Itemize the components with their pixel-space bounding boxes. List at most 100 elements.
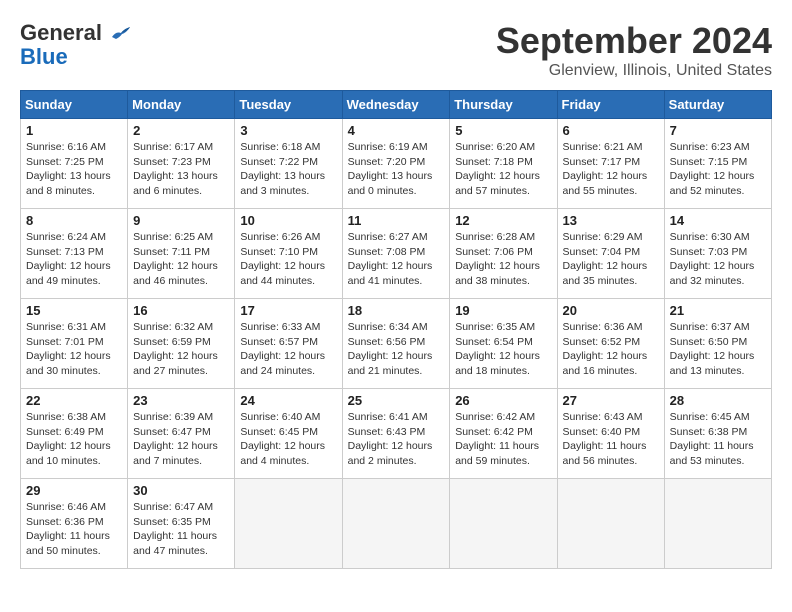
- calendar-cell: 30 Sunrise: 6:47 AMSunset: 6:35 PMDayligh…: [128, 479, 235, 569]
- day-number: 20: [563, 303, 659, 318]
- calendar-cell: 15 Sunrise: 6:31 AMSunset: 7:01 PMDayligh…: [21, 299, 128, 389]
- day-detail: Sunrise: 6:28 AMSunset: 7:06 PMDaylight:…: [455, 230, 551, 289]
- day-detail: Sunrise: 6:20 AMSunset: 7:18 PMDaylight:…: [455, 140, 551, 199]
- day-number: 10: [240, 213, 336, 228]
- day-detail: Sunrise: 6:41 AMSunset: 6:43 PMDaylight:…: [348, 410, 445, 469]
- day-detail: Sunrise: 6:47 AMSunset: 6:35 PMDaylight:…: [133, 500, 229, 559]
- day-number: 15: [26, 303, 122, 318]
- week-row-4: 22 Sunrise: 6:38 AMSunset: 6:49 PMDayligh…: [21, 389, 772, 479]
- day-number: 30: [133, 483, 229, 498]
- day-number: 21: [670, 303, 766, 318]
- calendar-cell: 27 Sunrise: 6:43 AMSunset: 6:40 PMDayligh…: [557, 389, 664, 479]
- day-detail: Sunrise: 6:34 AMSunset: 6:56 PMDaylight:…: [348, 320, 445, 379]
- calendar-cell: [557, 479, 664, 569]
- day-detail: Sunrise: 6:16 AMSunset: 7:25 PMDaylight:…: [26, 140, 122, 199]
- day-number: 27: [563, 393, 659, 408]
- day-detail: Sunrise: 6:26 AMSunset: 7:10 PMDaylight:…: [240, 230, 336, 289]
- calendar-cell: 8 Sunrise: 6:24 AMSunset: 7:13 PMDaylight…: [21, 209, 128, 299]
- calendar-cell: 24 Sunrise: 6:40 AMSunset: 6:45 PMDayligh…: [235, 389, 342, 479]
- day-detail: Sunrise: 6:39 AMSunset: 6:47 PMDaylight:…: [133, 410, 229, 469]
- column-header-sunday: Sunday: [21, 91, 128, 119]
- day-number: 22: [26, 393, 122, 408]
- day-number: 3: [240, 123, 336, 138]
- day-detail: Sunrise: 6:19 AMSunset: 7:20 PMDaylight:…: [348, 140, 445, 199]
- day-number: 18: [348, 303, 445, 318]
- calendar-cell: 21 Sunrise: 6:37 AMSunset: 6:50 PMDayligh…: [664, 299, 771, 389]
- calendar-cell: 22 Sunrise: 6:38 AMSunset: 6:49 PMDayligh…: [21, 389, 128, 479]
- day-detail: Sunrise: 6:21 AMSunset: 7:17 PMDaylight:…: [563, 140, 659, 199]
- day-detail: Sunrise: 6:43 AMSunset: 6:40 PMDaylight:…: [563, 410, 659, 469]
- column-header-thursday: Thursday: [450, 91, 557, 119]
- day-detail: Sunrise: 6:40 AMSunset: 6:45 PMDaylight:…: [240, 410, 336, 469]
- day-number: 7: [670, 123, 766, 138]
- day-number: 24: [240, 393, 336, 408]
- calendar-cell: [342, 479, 450, 569]
- calendar-cell: 23 Sunrise: 6:39 AMSunset: 6:47 PMDayligh…: [128, 389, 235, 479]
- week-row-5: 29 Sunrise: 6:46 AMSunset: 6:36 PMDayligh…: [21, 479, 772, 569]
- column-header-wednesday: Wednesday: [342, 91, 450, 119]
- day-number: 12: [455, 213, 551, 228]
- day-number: 28: [670, 393, 766, 408]
- column-header-friday: Friday: [557, 91, 664, 119]
- day-detail: Sunrise: 6:25 AMSunset: 7:11 PMDaylight:…: [133, 230, 229, 289]
- day-number: 16: [133, 303, 229, 318]
- logo-blue: Blue: [20, 44, 68, 70]
- day-number: 4: [348, 123, 445, 138]
- bird-icon: [110, 23, 132, 41]
- calendar-cell: 7 Sunrise: 6:23 AMSunset: 7:15 PMDaylight…: [664, 119, 771, 209]
- calendar-cell: 6 Sunrise: 6:21 AMSunset: 7:17 PMDaylight…: [557, 119, 664, 209]
- day-number: 2: [133, 123, 229, 138]
- day-detail: Sunrise: 6:35 AMSunset: 6:54 PMDaylight:…: [455, 320, 551, 379]
- day-detail: Sunrise: 6:29 AMSunset: 7:04 PMDaylight:…: [563, 230, 659, 289]
- day-detail: Sunrise: 6:30 AMSunset: 7:03 PMDaylight:…: [670, 230, 766, 289]
- page-subtitle: Glenview, Illinois, United States: [496, 62, 772, 80]
- page-header: General Blue September 2024 Glenview, Il…: [20, 20, 772, 80]
- title-block: September 2024 Glenview, Illinois, Unite…: [496, 20, 772, 80]
- day-number: 23: [133, 393, 229, 408]
- calendar-cell: 20Sunrise: 6:36 AMSunset: 6:52 PMDayligh…: [557, 299, 664, 389]
- calendar-cell: 18 Sunrise: 6:34 AMSunset: 6:56 PMDayligh…: [342, 299, 450, 389]
- page-title: September 2024: [496, 20, 772, 62]
- day-detail: Sunrise: 6:32 AMSunset: 6:59 PMDaylight:…: [133, 320, 229, 379]
- day-detail: Sunrise: 6:38 AMSunset: 6:49 PMDaylight:…: [26, 410, 122, 469]
- calendar-cell: 1Sunrise: 6:16 AMSunset: 7:25 PMDaylight…: [21, 119, 128, 209]
- day-number: 6: [563, 123, 659, 138]
- calendar-cell: [235, 479, 342, 569]
- day-detail: Sunrise: 6:24 AMSunset: 7:13 PMDaylight:…: [26, 230, 122, 289]
- calendar-cell: 4 Sunrise: 6:19 AMSunset: 7:20 PMDaylight…: [342, 119, 450, 209]
- week-row-1: 1Sunrise: 6:16 AMSunset: 7:25 PMDaylight…: [21, 119, 772, 209]
- day-detail: Sunrise: 6:31 AMSunset: 7:01 PMDaylight:…: [26, 320, 122, 379]
- day-number: 17: [240, 303, 336, 318]
- day-number: 26: [455, 393, 551, 408]
- calendar-cell: 10 Sunrise: 6:26 AMSunset: 7:10 PMDayligh…: [235, 209, 342, 299]
- column-header-tuesday: Tuesday: [235, 91, 342, 119]
- calendar-cell: [450, 479, 557, 569]
- day-number: 9: [133, 213, 229, 228]
- calendar-cell: 11Sunrise: 6:27 AMSunset: 7:08 PMDayligh…: [342, 209, 450, 299]
- calendar-cell: 29 Sunrise: 6:46 AMSunset: 6:36 PMDayligh…: [21, 479, 128, 569]
- calendar-cell: [664, 479, 771, 569]
- day-detail: Sunrise: 6:45 AMSunset: 6:38 PMDaylight:…: [670, 410, 766, 469]
- calendar-cell: 25Sunrise: 6:41 AMSunset: 6:43 PMDayligh…: [342, 389, 450, 479]
- calendar-cell: 14 Sunrise: 6:30 AMSunset: 7:03 PMDayligh…: [664, 209, 771, 299]
- calendar-cell: 5 Sunrise: 6:20 AMSunset: 7:18 PMDaylight…: [450, 119, 557, 209]
- calendar-cell: 19 Sunrise: 6:35 AMSunset: 6:54 PMDayligh…: [450, 299, 557, 389]
- column-header-saturday: Saturday: [664, 91, 771, 119]
- day-number: 5: [455, 123, 551, 138]
- day-number: 14: [670, 213, 766, 228]
- column-header-monday: Monday: [128, 91, 235, 119]
- day-number: 19: [455, 303, 551, 318]
- day-detail: Sunrise: 6:27 AMSunset: 7:08 PMDaylight:…: [348, 230, 445, 289]
- day-detail: Sunrise: 6:46 AMSunset: 6:36 PMDaylight:…: [26, 500, 122, 559]
- calendar-cell: 2Sunrise: 6:17 AMSunset: 7:23 PMDaylight…: [128, 119, 235, 209]
- day-number: 29: [26, 483, 122, 498]
- day-detail: Sunrise: 6:42 AMSunset: 6:42 PMDaylight:…: [455, 410, 551, 469]
- day-number: 13: [563, 213, 659, 228]
- calendar-header-row: SundayMondayTuesdayWednesdayThursdayFrid…: [21, 91, 772, 119]
- day-number: 8: [26, 213, 122, 228]
- calendar-cell: 26 Sunrise: 6:42 AMSunset: 6:42 PMDayligh…: [450, 389, 557, 479]
- day-detail: Sunrise: 6:23 AMSunset: 7:15 PMDaylight:…: [670, 140, 766, 199]
- day-detail: Sunrise: 6:37 AMSunset: 6:50 PMDaylight:…: [670, 320, 766, 379]
- calendar-table: SundayMondayTuesdayWednesdayThursdayFrid…: [20, 90, 772, 569]
- calendar-cell: 13 Sunrise: 6:29 AMSunset: 7:04 PMDayligh…: [557, 209, 664, 299]
